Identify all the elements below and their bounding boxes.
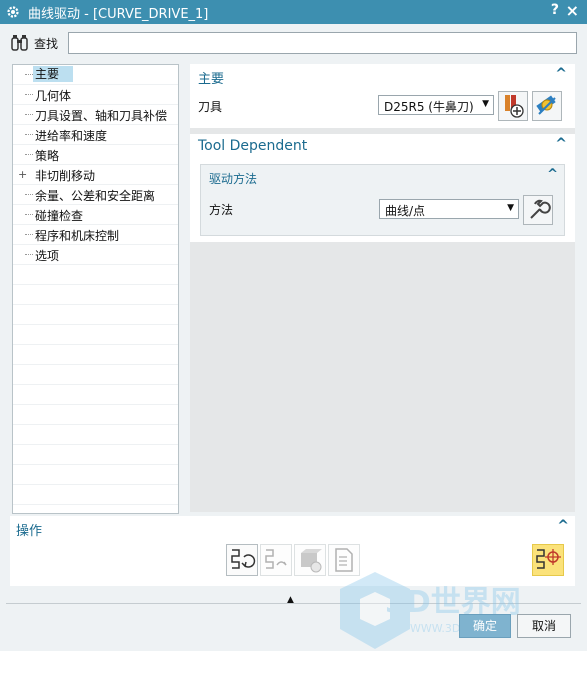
tree-empty-row [13, 405, 178, 425]
gear-icon [7, 6, 19, 18]
tree-item-label: 选项 [35, 249, 60, 263]
search-row: 查找 [10, 32, 58, 54]
tree-item-label: 刀具设置、轴和刀具补偿 [35, 109, 168, 123]
tree-empty-row [13, 285, 178, 305]
title-bar: 曲线驱动 - [CURVE_DRIVE_1] ? × [0, 0, 587, 24]
verify-toolpath-icon [301, 549, 322, 573]
search-input[interactable] [68, 32, 577, 54]
cancel-button[interactable]: 取消 [517, 614, 571, 638]
tree-item-feeds-speeds[interactable]: 进给率和速度 [13, 125, 178, 145]
tree-connector [25, 194, 33, 195]
tree-connector [25, 74, 33, 75]
display-button[interactable] [532, 544, 564, 576]
tree-empty-row [13, 445, 178, 465]
tool-dependent-title: Tool Dependent [198, 138, 308, 154]
tree-connector [25, 214, 33, 215]
dropdown-arrow-icon: ▼ [507, 203, 514, 213]
tree-connector [25, 134, 33, 135]
drive-method-group: 驱动方法 ^ 方法 曲线/点 ▼ [200, 164, 565, 236]
window-title: 曲线驱动 - [CURVE_DRIVE_1] [28, 6, 209, 22]
navigation-tree: 主要 几何体 刀具设置、轴和刀具补偿 进给率和速度 策略 + 非切削移动 余量、… [12, 64, 179, 514]
tree-item-label: 程序和机床控制 [35, 229, 120, 243]
edit-display-tool-icon [536, 95, 556, 115]
tree-item-tool-settings[interactable]: 刀具设置、轴和刀具补偿 [13, 105, 178, 125]
tree-item-label: 几何体 [35, 89, 72, 103]
tree-empty-row [13, 265, 178, 285]
tree-item-strategy[interactable]: 策略 [13, 145, 178, 165]
collapse-icon[interactable]: ^ [547, 167, 558, 182]
operations-section: 操作 ^ [10, 516, 575, 586]
verify-button[interactable] [294, 544, 326, 576]
tree-connector [25, 254, 33, 255]
tree-empty-row [13, 325, 178, 345]
method-select-value: 曲线/点 [385, 204, 426, 218]
tool-select[interactable]: D25R5 (牛鼻刀) ▼ [378, 95, 494, 115]
tree-item-label: 进给率和速度 [35, 129, 108, 143]
collapse-icon[interactable]: ^ [557, 518, 569, 534]
tree-item-collision-check[interactable]: 碰撞检查 [13, 205, 178, 225]
tree-item-options[interactable]: 选项 [13, 245, 178, 265]
edit-tool-button[interactable] [532, 91, 562, 121]
tree-empty-row [13, 425, 178, 445]
tree-item-program-machine-control[interactable]: 程序和机床控制 [13, 225, 178, 245]
edit-method-button[interactable] [523, 195, 553, 225]
close-button[interactable]: × [566, 1, 579, 20]
tree-connector [25, 234, 33, 235]
tree-empty-row [13, 465, 178, 485]
list-toolpath-icon [335, 548, 353, 572]
method-label: 方法 [209, 203, 234, 217]
tool-dependent-section: Tool Dependent ^ 驱动方法 ^ 方法 曲线/点 ▼ [190, 134, 575, 242]
binoculars-icon [11, 35, 28, 51]
operations-title: 操作 [16, 524, 43, 539]
tree-empty-row [13, 485, 178, 505]
tree-item-stock-tolerance[interactable]: 余量、公差和安全距离 [13, 185, 178, 205]
tree-empty-row [13, 305, 178, 325]
display-toolpath-icon [536, 549, 561, 569]
main-section-title: 主要 [198, 72, 225, 87]
tool-select-value: D25R5 (牛鼻刀) [384, 100, 474, 114]
generate-button[interactable] [226, 544, 258, 576]
search-label: 查找 [34, 36, 59, 51]
main-section: 主要 ^ 刀具 D25R5 (牛鼻刀) ▼ [190, 64, 575, 128]
tree-connector [25, 94, 33, 95]
list-button[interactable] [328, 544, 360, 576]
dialog-body: 查找 主要 几何体 刀具设置、轴和刀具补偿 进给率和速度 策略 + 非切削移动 [0, 24, 587, 651]
tree-item-non-cutting-moves[interactable]: + 非切削移动 [13, 165, 178, 185]
tree-item-label: 余量、公差和安全距离 [35, 189, 156, 203]
tree-item-label: 主要 [33, 66, 74, 82]
tree-item-label: 策略 [35, 149, 60, 163]
tree-connector [25, 154, 33, 155]
dropdown-arrow-icon: ▼ [482, 99, 489, 109]
tree-empty-row [13, 345, 178, 365]
tree-item-geometry[interactable]: 几何体 [13, 85, 178, 105]
expand-icon[interactable]: + [18, 168, 27, 181]
new-tool-button[interactable] [498, 91, 528, 121]
method-select[interactable]: 曲线/点 ▼ [379, 199, 519, 219]
tree-item-label: 非切削移动 [35, 169, 96, 183]
tree-empty-row [13, 365, 178, 385]
tree-empty-row [13, 385, 178, 405]
tree-item-label: 碰撞检查 [35, 209, 84, 223]
collapse-icon[interactable]: ^ [555, 136, 567, 152]
replay-toolpath-icon [265, 549, 287, 569]
collapse-icon[interactable]: ^ [555, 66, 567, 82]
properties-pane: 主要 ^ 刀具 D25R5 (牛鼻刀) ▼ Tool Dependent ^ 驱… [190, 64, 575, 512]
new-tool-icon [505, 95, 524, 118]
wrench-icon [530, 199, 551, 219]
drive-method-title: 驱动方法 [209, 172, 258, 186]
generate-toolpath-icon [231, 549, 256, 569]
help-button[interactable]: ? [551, 2, 559, 18]
tool-label: 刀具 [198, 100, 223, 114]
replay-button[interactable] [260, 544, 292, 576]
tree-connector [25, 114, 33, 115]
ok-button[interactable]: 确定 [459, 614, 511, 638]
tree-item-main[interactable]: 主要 [13, 65, 178, 85]
divider [6, 603, 581, 604]
